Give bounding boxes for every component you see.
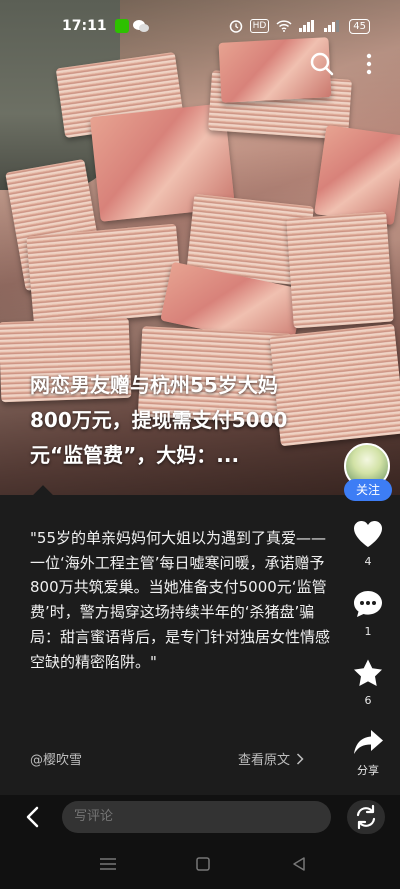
star-icon: [354, 659, 382, 686]
status-time: 17:11: [62, 18, 107, 34]
author-name[interactable]: @樱吹雪: [30, 749, 82, 768]
chevron-left-icon[interactable]: [22, 806, 44, 828]
like-count: 4: [364, 555, 372, 568]
signal-icon-2: [324, 20, 340, 32]
hd-badge: HD: [249, 19, 270, 33]
money-stack: [26, 223, 184, 327]
money-stack: [314, 124, 400, 226]
article-quote: "55岁的单亲妈妈何大姐以为遇到了真爱——一位‘海外工程主管’每日嘘寒问暖，承诺…: [30, 529, 331, 671]
search-icon[interactable]: [309, 51, 335, 77]
comment-icon: [354, 591, 382, 617]
share-label: 分享: [357, 764, 379, 777]
share-button[interactable]: 分享: [346, 728, 390, 778]
wechat-notification-icon: [114, 19, 129, 33]
money-stack: [286, 211, 394, 329]
wifi-icon: [276, 20, 292, 32]
view-original-label: 查看原文: [238, 753, 291, 768]
more-vertical-icon[interactable]: [360, 50, 378, 78]
signal-icon: [299, 20, 315, 32]
favorite-button[interactable]: 6: [346, 658, 390, 707]
refresh-button[interactable]: [347, 800, 385, 834]
battery-indicator: 45: [349, 18, 370, 34]
like-button[interactable]: 4: [346, 519, 390, 568]
heart-icon: [354, 521, 382, 547]
article-headline[interactable]: 网恋男友赠与杭州55岁大妈800万元，提现需支付5000元“监管费”，大妈：..…: [30, 368, 318, 473]
status-right-group: HD 45: [229, 18, 370, 34]
comment-button[interactable]: 1: [346, 589, 390, 638]
share-icon: [354, 730, 383, 754]
favorite-count: 6: [364, 694, 372, 707]
back-triangle-icon[interactable]: [289, 856, 309, 872]
home-icon[interactable]: [193, 856, 213, 872]
comment-input[interactable]: [62, 801, 331, 833]
chat-notification-icon: [132, 20, 149, 32]
comment-count: 1: [364, 625, 372, 638]
status-bar: 17:11 HD 45: [0, 0, 400, 52]
alarm-icon: [229, 20, 242, 33]
follow-button[interactable]: 关注: [344, 479, 392, 501]
chevron-right-icon: [296, 752, 304, 765]
refresh-icon: [356, 804, 376, 830]
menu-icon[interactable]: [98, 856, 118, 872]
view-original-link[interactable]: 查看原文: [238, 749, 304, 768]
